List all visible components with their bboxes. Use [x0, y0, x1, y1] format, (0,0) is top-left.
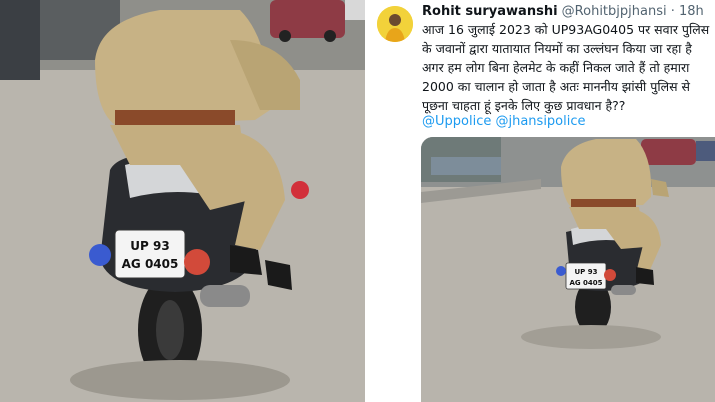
tweet-timestamp[interactable]: 18h — [679, 4, 704, 19]
media-plate-line2: AG 0405 — [569, 279, 602, 287]
avatar[interactable] — [377, 6, 413, 42]
mention-uppolice[interactable]: @Uppolice — [422, 114, 491, 129]
tweet-media-image[interactable]: UP 93 AG 0405 — [421, 137, 715, 402]
avatar-image — [377, 6, 413, 42]
tweet-mentions: @Uppolice @jhansipolice — [422, 113, 586, 130]
tweet-header: Rohit suryawanshi @Rohitbjpjhansi · 18h — [422, 3, 712, 20]
separator-dot: · — [670, 4, 675, 19]
plate-text-line1: UP 93 — [130, 239, 169, 253]
mention-jhansipolice[interactable]: @jhansipolice — [495, 114, 585, 129]
media-plate-line1: UP 93 — [575, 268, 598, 276]
plate-text-line2: AG 0405 — [122, 257, 179, 271]
police-motorcycle-photo: UP 93 AG 0405 — [0, 0, 365, 402]
author-name[interactable]: Rohit suryawanshi — [422, 4, 558, 19]
tweet-text: आज 16 जुलाई 2023 को UP93AG0405 पर सवार प… — [422, 22, 710, 113]
cropped-photo: UP 93 AG 0405 — [0, 0, 365, 402]
author-handle[interactable]: @Rohitbjpjhansi — [562, 4, 667, 19]
tweet-photo: UP 93 AG 0405 — [421, 137, 715, 402]
